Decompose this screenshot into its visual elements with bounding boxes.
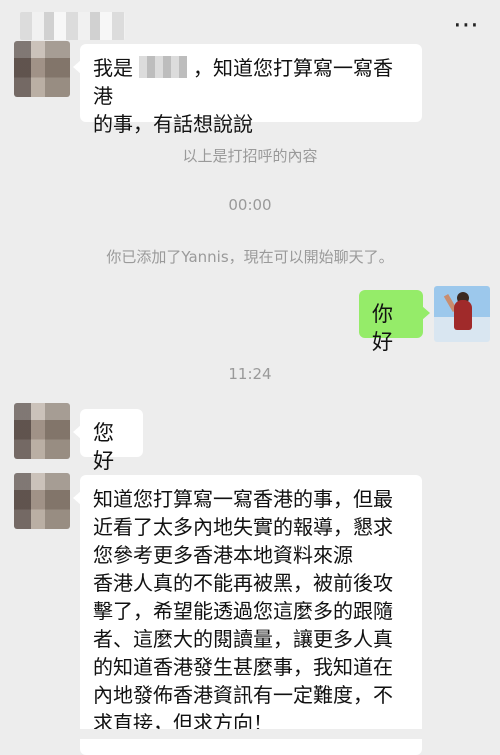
timestamp: 00:00 (228, 196, 272, 214)
message-bubble-outgoing: 你好 (359, 290, 430, 354)
message-bubble-hello: 您好 (73, 409, 143, 473)
bottom-fade (0, 729, 500, 739)
system-note: 以上是打招呼的內容 (182, 147, 318, 165)
message-text: 我是 (93, 56, 133, 80)
self-avatar[interactable] (434, 286, 490, 342)
message-text: 知道您打算寫一寫香港的事，但最 近看了太多內地失實的報導，懇求 您參考更多香港本… (93, 487, 393, 735)
message-text: 您好 (93, 421, 114, 473)
blurred-contact-name (20, 12, 125, 40)
contact-avatar[interactable] (14, 403, 70, 459)
message-bubble-intro: 我是 ，知道您打算寫一寫香港 的事，有話想說說 (73, 44, 422, 136)
blurred-name (139, 56, 187, 78)
message-text: 你好 (372, 302, 393, 354)
message-text: ，知道您打算寫一寫香港 的事，有話想說說 (93, 56, 393, 136)
timestamp: 11:24 (228, 365, 272, 383)
system-added-message: 你已添加了Yannis，現在可以開始聊天了。 (106, 248, 394, 266)
contact-avatar[interactable] (14, 473, 70, 529)
contact-avatar[interactable] (14, 41, 70, 97)
more-icon[interactable]: ⋯ (453, 10, 480, 40)
avatar-figure-body (454, 300, 472, 330)
message-bubble-long: 知道您打算寫一寫香港的事，但最 近看了太多內地失實的報導，懇求 您參考更多香港本… (73, 475, 422, 755)
